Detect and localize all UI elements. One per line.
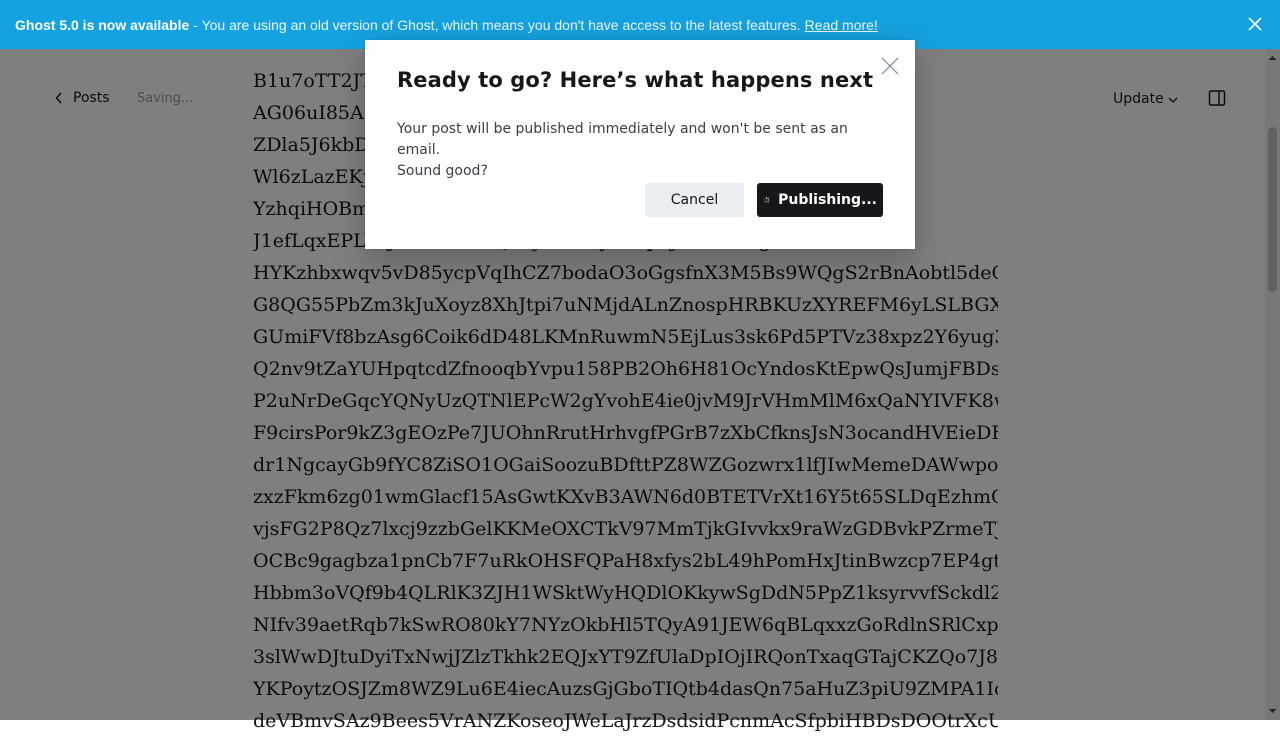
cancel-button[interactable]: Cancel: [645, 183, 744, 217]
publish-confirm-modal: Ready to go? Here’s what happens next Yo…: [365, 40, 915, 249]
publish-label: Publishing...: [778, 192, 877, 208]
banner-title: Ghost 5.0 is now available: [15, 16, 190, 33]
publish-button[interactable]: Publishing...: [757, 183, 883, 217]
close-icon[interactable]: [880, 56, 900, 76]
modal-title: Ready to go? Here’s what happens next: [397, 68, 874, 92]
close-icon[interactable]: [1246, 15, 1264, 33]
spinner-icon: [763, 196, 770, 204]
modal-text-line: Your post will be published immediately …: [397, 121, 848, 158]
banner-read-more-link[interactable]: Read more!: [805, 17, 878, 33]
modal-description: Your post will be published immediately …: [397, 119, 877, 182]
banner-message: - You are using an old version of Ghost,…: [193, 16, 801, 33]
modal-text-line: Sound good?: [397, 163, 488, 179]
